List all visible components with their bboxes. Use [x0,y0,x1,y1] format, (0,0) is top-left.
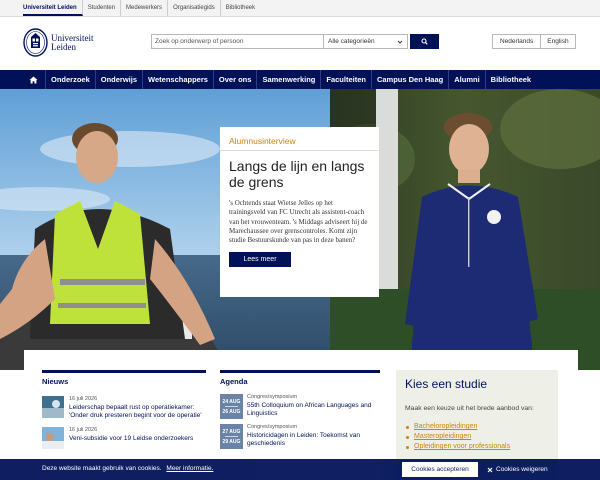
search-bar: Alle categorieën [151,34,439,49]
university-seal-icon [23,28,48,57]
agenda-type: Congres/symposium [247,424,298,430]
news-thumbnail [42,396,64,418]
nav-onderwijs[interactable]: Onderwijs [96,70,144,89]
utility-link-organisatiegids[interactable]: Organisatiegids [168,0,221,16]
cookie-banner: Deze website maakt gebruik van cookies. … [0,459,600,480]
search-icon [421,38,428,45]
utility-link-studenten[interactable]: Studenten [83,0,122,16]
category-select-value: Alle categorieën [328,38,375,45]
agenda-date-badge: 24 AUG 26 AUG [220,394,243,419]
chevron-down-icon [397,40,403,44]
site-header: Universiteit Leiden Alle categorieën Ned… [0,17,600,70]
language-switcher: Nederlands English [492,34,576,49]
nav-samenwerking[interactable]: Samenwerking [257,70,322,89]
nav-alumni[interactable]: Alumni [449,70,486,89]
home-icon [29,76,38,83]
agenda-start-date: 24 AUG [222,398,241,405]
main-navigation: Onderzoek Onderwijs Wetenschappers Over … [0,70,600,89]
agenda-start-date: 27 AUG [222,428,241,435]
agenda-title[interactable]: 55th Colloquium on African Languages and… [247,402,379,418]
cookie-notice: Deze website maakt gebruik van cookies. … [42,459,213,479]
logo-wordmark: Universiteit Leiden [51,33,94,52]
study-intro: Maak een keuze uit het brede aanbod van: [405,405,534,412]
agenda-heading[interactable]: Agenda [220,370,380,389]
agenda-title[interactable]: Historicidagen in Leiden: Toekomst van g… [247,432,379,448]
nav-onderzoek[interactable]: Onderzoek [46,70,96,89]
agenda-end-date: 29 AUG [222,438,241,445]
search-button[interactable] [410,34,439,49]
news-date: 16 juli 2026 [69,396,98,402]
news-title[interactable]: Veni-subsidie voor 19 Leidse onderzoeker… [69,435,204,443]
news-column: Nieuws 16 juli 2026 Leiderschap bepaalt … [42,370,206,449]
utility-links: Universiteit Leiden Studenten Medewerker… [23,0,260,17]
university-logo[interactable]: Universiteit Leiden [23,28,94,57]
news-item[interactable]: 16 juli 2026 Veni-subsidie voor 19 Leids… [42,427,206,449]
hero-card-text: 's Ochtends staat Wietse Jelles op het t… [229,199,368,245]
accept-cookies-button[interactable]: Cookies accepteren [402,462,478,477]
study-link-professionals[interactable]: Opleidingen voor professionals [405,442,549,452]
utility-link-universiteit-leiden[interactable]: Universiteit Leiden [23,0,83,16]
study-heading: Kies een studie [405,377,488,391]
nav-home[interactable] [23,70,46,89]
logo-line-2: Leiden [51,41,76,52]
nav-bibliotheek[interactable]: Bibliotheek [486,70,536,89]
agenda-date-badge: 27 AUG 29 AUG [220,424,243,449]
news-heading[interactable]: Nieuws [42,370,206,389]
agenda-end-date: 26 AUG [222,408,241,415]
agenda-item[interactable]: 27 AUG 29 AUG Congres/symposium Historic… [220,424,380,449]
nav-faculteiten[interactable]: Faculteiten [321,70,372,89]
category-select[interactable]: Alle categorieën [323,34,408,49]
cookie-more-info-link[interactable]: Meer informatie. [166,465,213,472]
news-thumbnail [42,427,64,449]
language-nederlands[interactable]: Nederlands [493,35,542,48]
nav-over-ons[interactable]: Over ons [214,70,258,89]
hero-card-label: Alumnusinterview [220,136,379,151]
study-link-bachelor[interactable]: Bacheloropleidingen [405,422,549,432]
study-links: Bacheloropleidingen Masteropleidingen Op… [405,422,549,452]
utility-bar: Universiteit Leiden Studenten Medewerker… [0,0,600,17]
agenda-column: Agenda 24 AUG 26 AUG Congres/symposium 5… [220,370,380,449]
cookie-message: Deze website maakt gebruik van cookies. [42,465,162,472]
utility-link-medewerkers[interactable]: Medewerkers [121,0,169,16]
news-item[interactable]: 16 juli 2026 Leiderschap bepaalt rust op… [42,396,206,420]
nav-campus-den-haag[interactable]: Campus Den Haag [372,70,450,89]
agenda-type: Congres/symposium [247,394,298,400]
news-date: 16 juli 2026 [69,427,98,433]
close-icon [487,467,493,472]
language-english[interactable]: English [541,35,575,48]
decline-cookies-button[interactable]: Cookies weigeren [487,462,548,477]
hero-banner: Alumnusinterview Langs de lijn en langs … [0,89,600,370]
hero-card-title: Langs de lijn en langs de grens [229,158,365,190]
agenda-item[interactable]: 24 AUG 26 AUG Congres/symposium 55th Col… [220,394,380,419]
decline-cookies-label: Cookies weigeren [496,466,548,473]
hero-card: Alumnusinterview Langs de lijn en langs … [220,127,379,297]
search-input[interactable] [151,34,323,49]
news-title[interactable]: Leiderschap bepaalt rust op operatiekame… [69,404,204,420]
read-more-button[interactable]: Lees meer [229,252,291,268]
study-link-master[interactable]: Masteropleidingen [405,432,549,442]
nav-wetenschappers[interactable]: Wetenschappers [143,70,214,89]
utility-link-bibliotheek[interactable]: Bibliotheek [221,0,260,16]
